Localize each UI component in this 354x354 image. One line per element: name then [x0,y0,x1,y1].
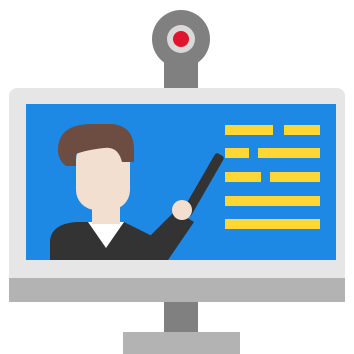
text-line [258,148,320,158]
text-line [270,172,320,182]
monitor-chin [9,278,345,302]
monitor-illustration [9,10,345,354]
text-line [225,125,273,135]
stand-neck [164,300,198,334]
webcam-icon [152,10,210,90]
text-line [225,219,320,229]
online-teaching-icon [0,0,354,354]
text-line [225,148,249,158]
text-line [225,172,261,182]
webcam-lens [173,31,189,47]
text-line [225,196,320,206]
stand-base [123,332,240,354]
monitor-stand [123,300,240,354]
monitor [9,88,345,302]
teacher-hand [172,200,192,220]
text-line [284,125,320,135]
